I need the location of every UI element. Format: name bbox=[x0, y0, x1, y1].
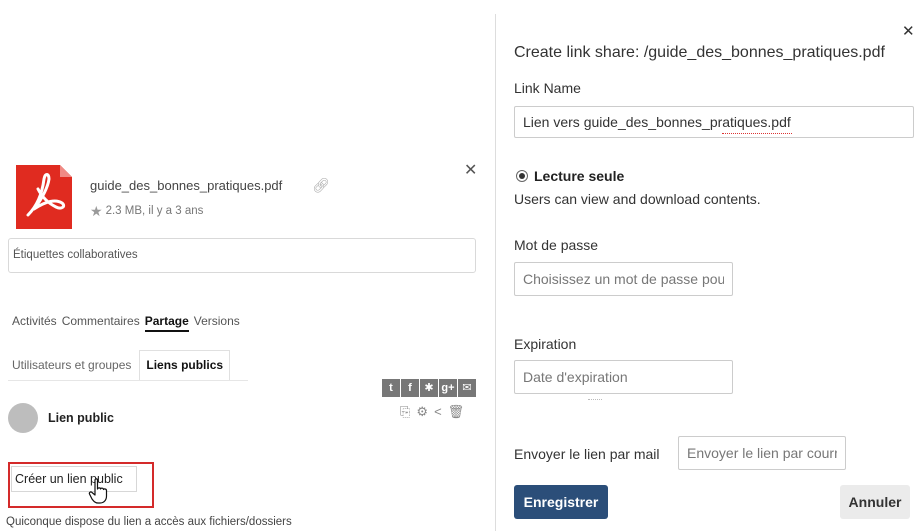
save-button[interactable]: Enregistrer bbox=[514, 485, 608, 519]
sidebar-tabs: Activités Commentaires Partage Versions bbox=[12, 314, 240, 332]
email-icon[interactable]: ✉ bbox=[458, 379, 476, 397]
public-link-actions: ⎘ ⚙ < 🗑︎ bbox=[400, 404, 464, 420]
link-name-label: Link Name bbox=[514, 80, 581, 96]
public-link-help-text: Quiconque dispose du lien a accès aux fi… bbox=[6, 516, 292, 528]
avatar bbox=[8, 403, 38, 433]
permission-description: Users can view and download contents. bbox=[514, 191, 761, 207]
share-icon[interactable]: < bbox=[434, 404, 442, 420]
password-label: Mot de passe bbox=[514, 237, 599, 253]
facebook-icon[interactable]: f bbox=[401, 379, 419, 397]
read-only-radio[interactable]: Lecture seule bbox=[516, 168, 624, 184]
tab-public-links[interactable]: Liens publics bbox=[139, 350, 231, 380]
cancel-button[interactable]: Annuler bbox=[840, 485, 910, 519]
collaborative-tags-input[interactable]: Étiquettes collaboratives bbox=[8, 238, 476, 273]
trash-icon[interactable]: 🗑︎ bbox=[448, 404, 465, 420]
link-name-input[interactable] bbox=[514, 106, 914, 138]
email-label: Envoyer le lien par mail bbox=[514, 446, 660, 462]
file-meta: ★ 2.3 MB, il y a 3 ans bbox=[90, 204, 203, 218]
googleplus-icon[interactable]: g+ bbox=[439, 379, 457, 397]
link-icon[interactable]: 🔗︎ bbox=[312, 177, 330, 194]
share-subtabs: Utilisateurs et groupes Liens publics bbox=[8, 350, 231, 380]
file-details-sidebar: ✕ guide_des_bonnes_pratiques.pdf 🔗︎ ★ 2.… bbox=[0, 0, 495, 531]
file-size-date: 2.3 MB, il y a 3 ans bbox=[105, 205, 204, 217]
diaspora-icon[interactable]: ✱ bbox=[420, 379, 438, 397]
tab-versions[interactable]: Versions bbox=[194, 314, 240, 332]
tab-comments[interactable]: Commentaires bbox=[62, 314, 140, 332]
datepicker-hint bbox=[588, 396, 602, 400]
create-public-link-button[interactable]: Créer un lien public bbox=[11, 466, 137, 492]
hand-cursor-icon bbox=[88, 478, 108, 504]
read-only-label: Lecture seule bbox=[534, 168, 625, 184]
password-input[interactable] bbox=[514, 262, 733, 296]
expiration-label: Expiration bbox=[514, 336, 577, 352]
favorite-star-icon[interactable]: ★ bbox=[90, 204, 103, 218]
twitter-icon[interactable]: t bbox=[382, 379, 400, 397]
dialog-title: Create link share: /guide_des_bonnes_pra… bbox=[514, 44, 885, 61]
gear-icon[interactable]: ⚙ bbox=[416, 404, 428, 420]
social-share-icons: t f ✱ g+ ✉ bbox=[382, 379, 476, 397]
tab-activities[interactable]: Activités bbox=[12, 314, 57, 332]
email-input[interactable] bbox=[678, 436, 846, 470]
pdf-icon bbox=[16, 165, 72, 229]
expiration-date-input[interactable] bbox=[514, 360, 733, 394]
tab-users-groups[interactable]: Utilisateurs et groupes bbox=[8, 350, 135, 380]
radio-selected-icon bbox=[516, 170, 528, 182]
spellcheck-underline bbox=[722, 131, 792, 134]
subtabs-divider bbox=[8, 380, 248, 381]
copy-icon[interactable]: ⎘ bbox=[400, 404, 410, 420]
close-dialog-icon[interactable]: ✕ bbox=[902, 24, 914, 39]
panel-divider bbox=[495, 14, 496, 531]
close-sidebar-icon[interactable]: ✕ bbox=[464, 163, 477, 179]
file-name: guide_des_bonnes_pratiques.pdf bbox=[90, 178, 283, 193]
tags-placeholder: Étiquettes collaboratives bbox=[13, 249, 138, 261]
tab-sharing[interactable]: Partage bbox=[144, 314, 189, 332]
public-link-label: Lien public bbox=[48, 411, 114, 425]
